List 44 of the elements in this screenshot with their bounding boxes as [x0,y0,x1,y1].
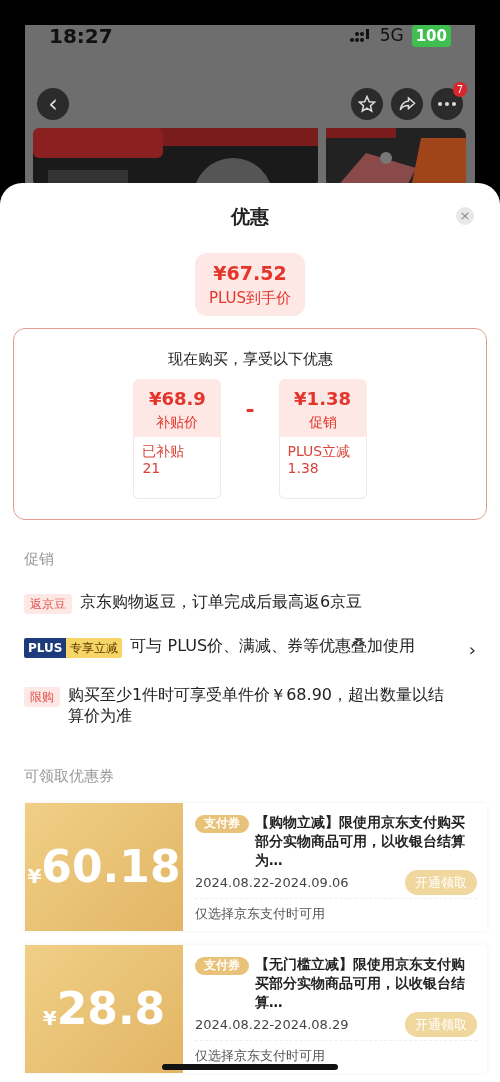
coupon-amount: 28.8 [56,982,166,1037]
card-label: 促销 [307,412,338,432]
card-amount: ¥68.9 [147,386,207,411]
promo-tag: 限购 [24,687,60,707]
coupon-title: 【购物立减】限使用京东支付购买部分实物商品可用，以收银台结算为… [255,813,466,870]
section-title: 促销 [24,548,55,570]
card-detail: 已补贴 21 [133,436,222,499]
back-button[interactable]: ‹ [37,88,69,120]
coupon-tag: 支付券 [195,815,249,833]
favorite-button[interactable] [351,88,383,120]
promo-tag: 专享立减 [66,638,123,658]
more-icon [438,102,456,106]
share-button[interactable] [391,88,423,120]
plus-tag: PLUS [24,638,67,658]
chevron-button[interactable]: › [468,636,476,663]
minus-sign: - [245,395,255,424]
star-icon [358,95,376,113]
coupon-title: 【无门槛立减】限使用京东支付购买部分实物商品可用，以收银台结算… [255,955,466,1012]
card-amount: ¥1.38 [293,386,353,411]
promo-text: 可与 PLUS价、满减、券等优惠叠加使用 [130,636,417,657]
promo-text: 京东购物返豆，订单完成后最高返6京豆 [80,592,364,613]
signal-icon [349,29,372,43]
close-button[interactable]: × [456,207,474,225]
coupon-date: 2024.08.22-2024.08.29 [195,1015,349,1034]
battery-level: 100 [411,24,451,48]
card-label: 补贴价 [155,412,200,432]
coupon-tag: 支付券 [195,957,249,975]
panel-heading: 现在购买，享受以下优惠 [167,349,333,368]
currency-sign: ¥ [27,864,42,891]
promo-tag: 返京豆 [24,594,72,614]
currency-sign: ¥ [42,1005,57,1033]
coupon-note: 仅选择京东支付时可用 [195,898,477,924]
promo-text: 购买至少1件时可享受单件价￥68.90，超出数量以结算价为准 [68,685,445,727]
network-label: 5G [379,24,404,48]
status-time: 18:27 [49,23,113,50]
price-label: PLUS到手价 [208,288,292,309]
share-icon [398,95,416,113]
sheet-title: 优惠 [231,205,269,227]
final-price: ¥67.52 [212,260,288,286]
section-title: 可领取优惠券 [24,765,115,787]
coupon-amount: 60.18 [41,840,181,895]
notification-badge: 7 [452,82,467,97]
card-detail: PLUS立减 1.38 [278,436,367,499]
coupon-date: 2024.08.22-2024.09.06 [195,873,349,892]
